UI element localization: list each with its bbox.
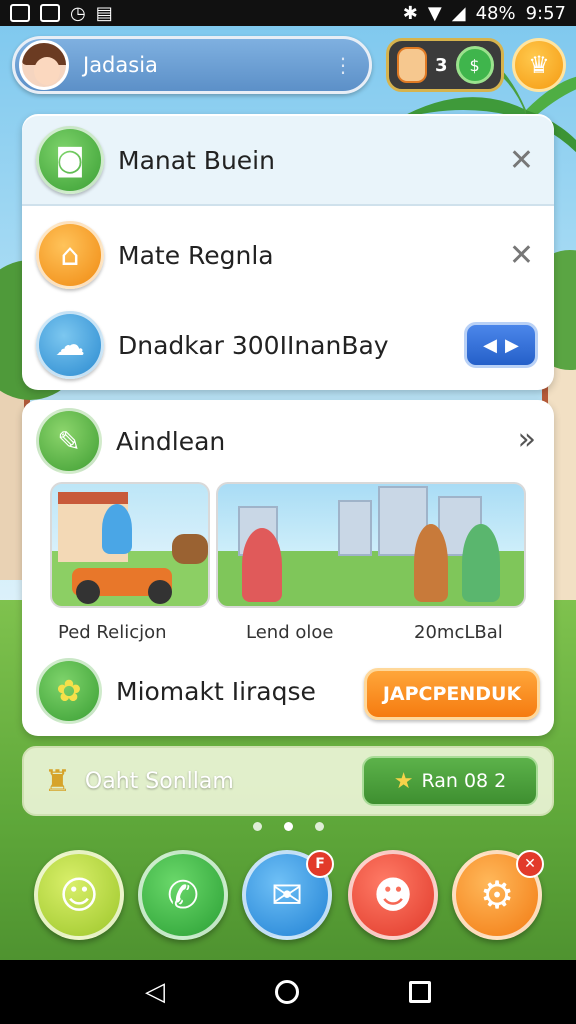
username: Jadasia	[83, 53, 158, 77]
battery-level: 48%	[475, 2, 516, 24]
coin-counter[interactable]: 3 $	[386, 38, 504, 92]
page-dot-active[interactable]	[283, 822, 293, 831]
back-icon[interactable]: ◁	[145, 977, 165, 1007]
character-icon	[397, 47, 427, 83]
home-icon: ⌂	[36, 221, 104, 289]
wifi-icon: ▼	[427, 2, 442, 24]
speaker-icon: ◀	[483, 334, 497, 356]
promo-banner[interactable]: ♜ Oaht Sonllam ★ Ran 08 2	[22, 746, 554, 816]
phone-icon: ✆	[167, 873, 199, 917]
banner-action-button[interactable]: ★ Ran 08 2	[362, 756, 538, 806]
avatar[interactable]	[19, 40, 69, 90]
thumbnail-2[interactable]	[216, 482, 526, 608]
speech-icon: ☻	[373, 873, 413, 917]
activity-header[interactable]: ✎ Aindlean	[36, 408, 225, 474]
coin-badge-icon: $	[455, 46, 494, 84]
page-dot[interactable]	[252, 822, 262, 831]
trophy-icon: ♛	[528, 51, 550, 79]
trophy-button[interactable]: ♛	[512, 38, 566, 92]
more-options-icon[interactable]: ⋮	[333, 53, 353, 77]
page-dot[interactable]	[314, 822, 324, 831]
status-bar: ◷ ▤ ✱ ▼ ◢ 48% 9:57	[0, 0, 576, 26]
recent-apps-icon[interactable]	[409, 981, 431, 1003]
signal-icon: ◢	[451, 2, 466, 24]
clock-time: 9:57	[525, 2, 566, 24]
chat-app-button[interactable]: ☻	[348, 850, 438, 940]
puzzle-icon: ✿	[36, 658, 102, 724]
notification-label: Manat Buein	[118, 145, 275, 175]
notification-badge: F	[306, 850, 334, 878]
ghost-app-button[interactable]: ☺	[34, 850, 124, 940]
activity-action-button[interactable]: JAPCPENDUK	[364, 668, 540, 720]
castle-icon: ♜	[44, 763, 71, 799]
photo-edit-icon: ✎	[36, 408, 102, 474]
banner-text: Oaht Sonllam	[84, 768, 234, 794]
thumbnail-1[interactable]	[50, 482, 210, 608]
notification-row-1[interactable]: ◙ Manat Buein ✕	[22, 116, 554, 206]
notification-row-2[interactable]: ⌂ Mate Regnla ✕	[22, 210, 554, 300]
settings-app-button[interactable]: ⚙ ✕	[452, 850, 544, 940]
banner-button-label: Ran 08 2	[421, 770, 507, 792]
notification-label: Mate Regnla	[118, 240, 274, 270]
notification-card: ◙ Manat Buein ✕ ⌂ Mate Regnla ✕ ☁ Dnadka…	[22, 114, 554, 390]
chat-bubble-icon: ✉	[271, 873, 303, 917]
profile-bar[interactable]: Jadasia ⋮	[12, 36, 372, 94]
activity-title: Aindlean	[116, 426, 226, 456]
notification-label: Dnadkar 300IInanBay	[118, 330, 389, 360]
camera-icon: ◙	[36, 126, 104, 194]
thumbnail-caption: 20mcLBal	[414, 622, 503, 643]
calendar-notification-icon: ▤	[95, 2, 113, 24]
thumbnail-caption: Ped Relicjon	[58, 622, 167, 643]
notification-row-3[interactable]: ☁ Dnadkar 300IInanBay ◀ ▶	[22, 300, 554, 390]
image-notification-icon	[40, 4, 60, 22]
phone-app-button[interactable]: ✆	[138, 850, 228, 940]
activity-card: ✎ Aindlean » Ped Relicjon Lend oloe 20mc…	[22, 400, 554, 736]
close-icon[interactable]: ✕	[509, 238, 534, 273]
media-toggle-button[interactable]: ◀ ▶	[464, 322, 538, 368]
coin-count: 3	[435, 54, 448, 76]
clock-notification-icon: ◷	[70, 2, 86, 24]
play-icon: ▶	[505, 334, 519, 356]
navigation-bar: ◁	[0, 960, 576, 1024]
star-icon: ★	[393, 768, 414, 794]
home-button-icon[interactable]	[275, 980, 299, 1004]
close-icon[interactable]: ✕	[509, 143, 534, 178]
messages-app-button[interactable]: ✉ F	[242, 850, 334, 940]
activity-footer[interactable]: ✿ Miomakt Iiraqse	[36, 658, 316, 724]
bluetooth-icon: ✱	[402, 2, 418, 24]
ghost-icon: ☺	[59, 873, 99, 917]
gallery-notification-icon	[10, 4, 30, 22]
activity-footer-label: Miomakt Iiraqse	[116, 676, 316, 706]
cloud-icon: ☁	[36, 311, 104, 379]
expand-icon[interactable]: »	[518, 422, 536, 457]
notification-badge: ✕	[516, 850, 544, 878]
page-indicator	[0, 822, 576, 831]
thumbnail-caption: Lend oloe	[246, 622, 334, 643]
gear-icon: ⚙	[479, 873, 515, 917]
